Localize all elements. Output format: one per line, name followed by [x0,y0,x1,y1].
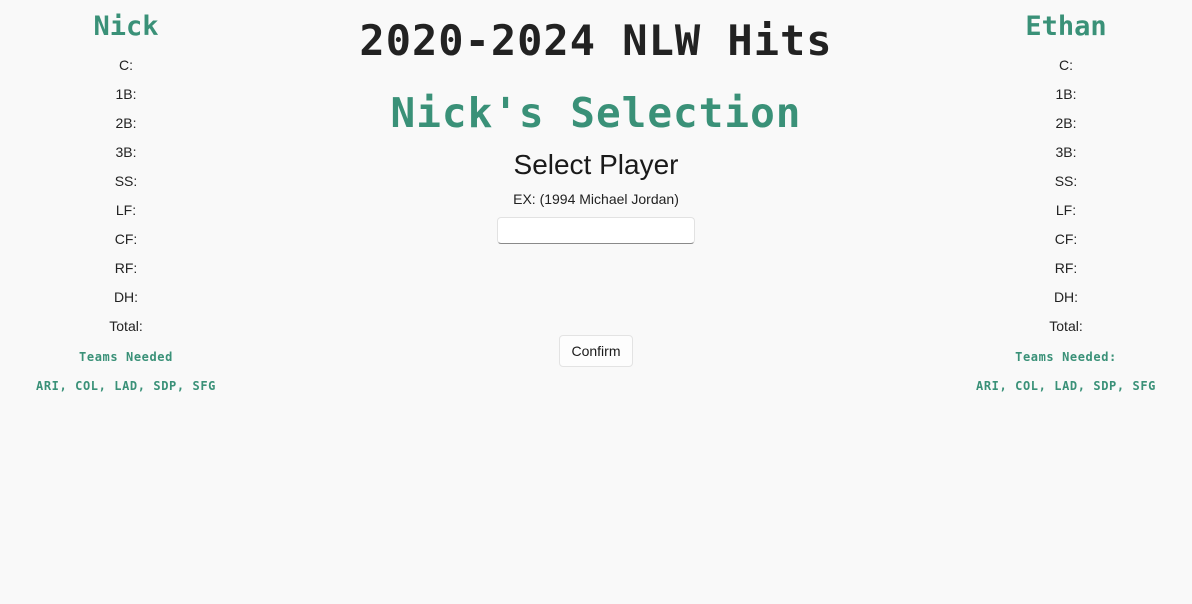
selection-panel: 2020-2024 NLW Hits Nick's Selection Sele… [296,0,896,367]
left-position-cf: CF: [114,231,138,247]
page-title: 2020-2024 NLW Hits [359,16,833,65]
right-position-2b: 2B: [1055,115,1077,131]
left-player-name: Nick [93,11,159,42]
right-player-name: Ethan [1025,11,1107,42]
left-teams-needed-label: Teams Needed [79,350,173,364]
left-roster-panel: Nick C: 1B: 2B: 3B: SS: LF: CF: RF: DH: … [6,0,246,398]
right-teams-needed-label: Teams Needed: [1015,350,1117,364]
example-hint: EX: (1994 Michael Jordan) [513,191,679,207]
right-total: Total: [1049,318,1083,334]
player-input-wrapper [296,217,896,245]
select-player-heading: Select Player [513,149,679,180]
left-position-2b: 2B: [115,115,137,131]
right-position-cf: CF: [1054,231,1078,247]
right-position-lf: LF: [1055,202,1077,218]
right-position-list: C: 1B: 2B: 3B: SS: LF: CF: RF: DH: Total… [946,52,1186,342]
right-position-1b: 1B: [1055,86,1077,102]
left-position-3b: 3B: [115,144,137,160]
left-position-rf: RF: [114,260,138,276]
right-position-c: C: [1059,57,1073,73]
right-position-3b: 3B: [1055,144,1077,160]
left-position-c: C: [119,57,133,73]
left-position-lf: LF: [115,202,137,218]
left-position-ss: SS: [114,173,138,189]
right-roster-panel: Ethan C: 1B: 2B: 3B: SS: LF: CF: RF: DH:… [946,0,1186,398]
player-search-input[interactable] [497,217,695,244]
confirm-wrapper: Confirm [296,335,896,367]
left-total: Total: [109,318,143,334]
right-position-rf: RF: [1054,260,1078,276]
left-position-list: C: 1B: 2B: 3B: SS: LF: CF: RF: DH: Total… [6,52,246,342]
left-position-dh: DH: [113,289,139,305]
confirm-button[interactable]: Confirm [559,335,633,367]
left-teams-needed-list: ARI, COL, LAD, SDP, SFG [36,379,216,393]
left-position-1b: 1B: [115,86,137,102]
selection-title: Nick's Selection [390,89,802,137]
right-position-dh: DH: [1053,289,1079,305]
right-position-ss: SS: [1054,173,1078,189]
right-teams-needed-list: ARI, COL, LAD, SDP, SFG [976,379,1156,393]
